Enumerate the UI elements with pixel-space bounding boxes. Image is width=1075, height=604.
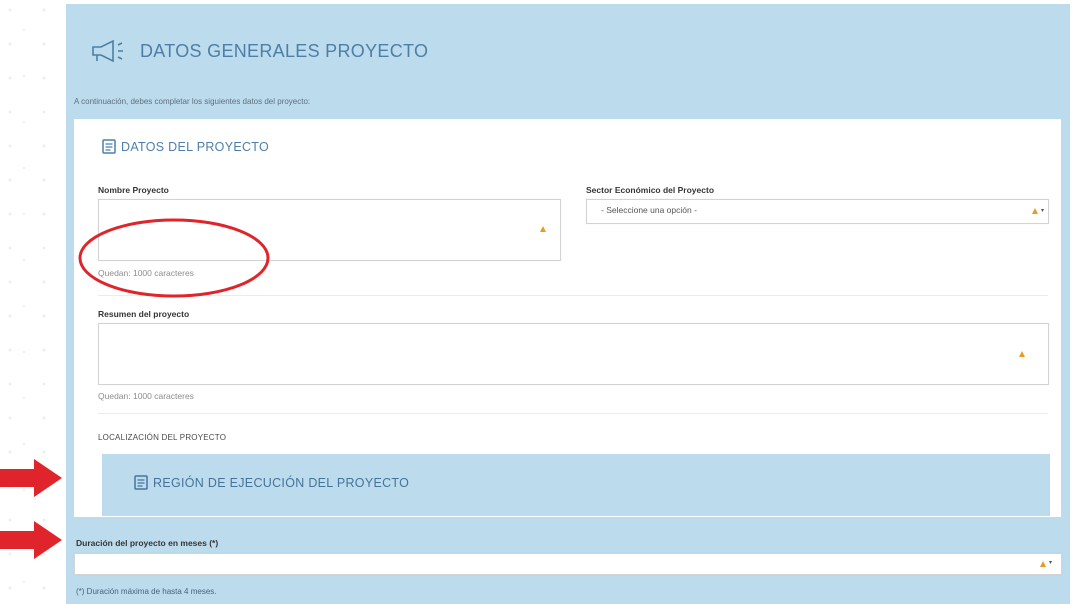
project-name-counter: Quedan: 1000 caracteres (98, 268, 194, 278)
economic-sector-select[interactable]: - Seleccione una opción - ▾ (586, 199, 1049, 224)
chevron-down-icon: ▾ (1041, 208, 1045, 214)
document-icon (102, 139, 116, 154)
warning-icon (540, 226, 546, 232)
arrow-right-icon (0, 459, 62, 497)
economic-sector-value: - Seleccione una opción - (601, 205, 697, 215)
intro-text: A continuación, debes completar los sigu… (74, 97, 311, 106)
project-data-card: DATOS DEL PROYECTO Nombre Proyecto Queda… (74, 119, 1061, 517)
economic-sector-label: Sector Económico del Proyecto (586, 185, 715, 195)
megaphone-icon (92, 39, 123, 63)
page-title: DATOS GENERALES PROYECTO (90, 36, 428, 66)
warning-icon (1032, 208, 1038, 214)
location-label: LOCALIZACIÓN DEL PROYECTO (98, 433, 227, 442)
page-title-text: DATOS GENERALES PROYECTO (140, 40, 429, 61)
general-data-panel: DATOS GENERALES PROYECTO A continuación,… (66, 4, 1070, 604)
project-name-input[interactable] (98, 199, 561, 261)
summary-counter: Quedan: 1000 caracteres (98, 391, 194, 401)
project-name-label: Nombre Proyecto (98, 185, 169, 195)
chevron-down-icon: ▾ (1049, 560, 1053, 566)
warning-icon (1019, 351, 1025, 357)
region-section-bar[interactable]: REGIÓN DE EJECUCIÓN DEL PROYECTO (102, 454, 1050, 516)
section-title-text: DATOS DEL PROYECTO (121, 139, 270, 154)
summary-textarea[interactable] (98, 323, 1049, 385)
divider (98, 413, 1048, 414)
region-title: REGIÓN DE EJECUCIÓN DEL PROYECTO (134, 475, 409, 490)
summary-label: Resumen del proyecto (98, 309, 190, 319)
duration-input[interactable]: ▾ (74, 553, 1062, 575)
region-title-text: REGIÓN DE EJECUCIÓN DEL PROYECTO (153, 475, 410, 490)
arrow-right-icon (0, 521, 62, 559)
document-icon (134, 475, 148, 490)
divider (98, 295, 1048, 296)
duration-label: Duración del proyecto en meses (*) (76, 538, 219, 548)
duration-note: (*) Duración máxima de hasta 4 meses. (76, 587, 217, 596)
section-title: DATOS DEL PROYECTO (102, 139, 269, 154)
warning-icon (1040, 561, 1046, 567)
